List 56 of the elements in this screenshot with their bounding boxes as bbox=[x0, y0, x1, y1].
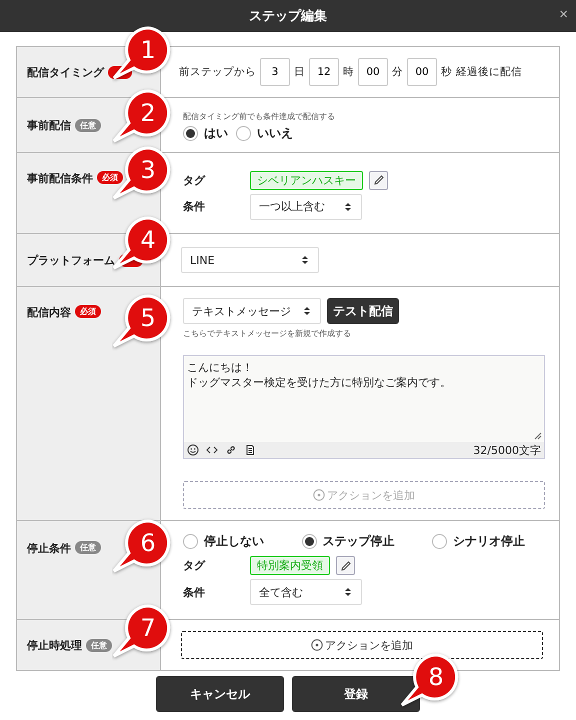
tag-chip: 特別案内受領 bbox=[250, 556, 330, 575]
condition-select[interactable]: 全て含む bbox=[250, 579, 362, 605]
tag-chip: シベリアンハスキー bbox=[250, 170, 363, 190]
callout-number: 3 bbox=[139, 155, 157, 186]
platform-select[interactable]: LINE bbox=[181, 247, 319, 273]
callout-number: 2 bbox=[139, 98, 157, 129]
add-action-button[interactable]: アクションを追加 bbox=[181, 631, 543, 659]
number-field[interactable]: 00 bbox=[407, 58, 437, 86]
number-field[interactable]: 12 bbox=[309, 58, 339, 86]
field-label: 事前配信 bbox=[27, 118, 71, 132]
prefix-text: 前ステップから bbox=[179, 65, 256, 79]
close-button[interactable]: × bbox=[559, 7, 568, 23]
callout-number: 6 bbox=[139, 528, 157, 559]
hint-text: 配信タイミング前でも条件達成で配信する bbox=[183, 110, 336, 122]
field-label: 停止時処理 bbox=[27, 638, 82, 652]
callout-number: 7 bbox=[139, 613, 157, 644]
message-line: こんにちは！ bbox=[187, 360, 254, 375]
suffix-text: 経過後に配信 bbox=[456, 65, 522, 79]
callout-number: 5 bbox=[139, 303, 157, 334]
radio-option[interactable]: ステップ停止 bbox=[302, 533, 394, 550]
field-label: プラットフォーム bbox=[27, 252, 115, 268]
field-label: 事前配信条件 bbox=[27, 171, 93, 186]
required-badge: 必須 bbox=[75, 305, 101, 318]
radio-option[interactable]: いいえ bbox=[236, 124, 293, 142]
unit-text: 分 bbox=[392, 65, 403, 79]
number-field[interactable]: 00 bbox=[358, 58, 388, 86]
unit-text: 日 bbox=[294, 65, 305, 79]
required-badge: 必須 bbox=[97, 171, 123, 184]
optional-badge: 任意 bbox=[75, 541, 101, 554]
field-label: 配信内容 bbox=[27, 305, 71, 320]
message-line: ドッグマスター検定を受けた方に特別なご案内です。 bbox=[187, 375, 452, 390]
callout-number: 8 bbox=[427, 662, 445, 693]
character-counter: 32/5000文字 bbox=[473, 442, 541, 458]
cancel-button[interactable]: キャンセル bbox=[156, 676, 284, 712]
optional-badge: 任意 bbox=[86, 638, 112, 652]
type-select[interactable]: テキストメッセージ bbox=[183, 298, 321, 324]
radio-option[interactable]: 停止しない bbox=[183, 533, 264, 550]
condition-label: 条件 bbox=[183, 199, 206, 214]
callout-number: 1 bbox=[139, 35, 157, 66]
field-label: 配信タイミング bbox=[27, 64, 104, 80]
unit-text: 秒 bbox=[441, 65, 452, 79]
test-send-button[interactable]: テスト配信 bbox=[327, 298, 399, 324]
radio-option[interactable]: シナリオ停止 bbox=[432, 533, 525, 550]
callout-number: 4 bbox=[139, 225, 157, 256]
tag-label: タグ bbox=[183, 558, 206, 573]
field-label: 停止条件 bbox=[27, 541, 71, 556]
tag-label: タグ bbox=[183, 172, 206, 188]
optional-badge: 任意 bbox=[75, 118, 101, 132]
number-field[interactable]: 3 bbox=[260, 58, 290, 86]
condition-select[interactable]: 一つ以上含む bbox=[250, 194, 362, 220]
dialog-title: ステップ編集 bbox=[249, 8, 327, 25]
radio-option[interactable]: はい bbox=[183, 124, 228, 142]
hint-text: こちらでテキストメッセージを新規で作成する bbox=[183, 328, 352, 339]
condition-label: 条件 bbox=[183, 584, 206, 600]
unit-text: 時 bbox=[343, 65, 354, 79]
register-button[interactable]: 登録 bbox=[292, 676, 420, 712]
